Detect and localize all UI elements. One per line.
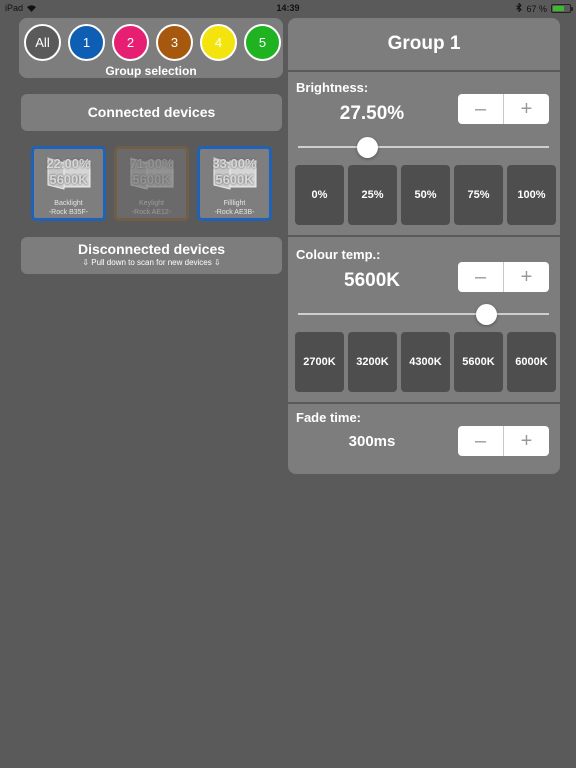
preset-0[interactable]: 0% [295, 165, 344, 225]
group-title: Group 1 [288, 18, 560, 70]
device-temp: 5600K [49, 172, 88, 187]
fade-plus-button[interactable]: + [504, 426, 549, 456]
brightness-section: Brightness: 27.50% – + 0% 25% 50% 75% 10… [288, 72, 560, 235]
preset-100[interactable]: 100% [507, 165, 556, 225]
device-label: Keylight [139, 200, 164, 207]
preset-3200k[interactable]: 3200K [348, 332, 397, 392]
brightness-value: 27.50% [339, 103, 405, 124]
device-brightness: 71.00% [129, 156, 174, 171]
connected-devices-header: Connected devices [21, 94, 282, 131]
device-tile-keylight[interactable]: 71.00% 5600K Keylight -Rock AE12- [114, 146, 189, 221]
status-bar: iPad 14:39 67 % [0, 0, 576, 16]
battery-icon [551, 4, 573, 13]
colour-temp-value: 5600K [344, 270, 400, 291]
group-selection-label: Group selection [105, 64, 197, 78]
group-button-2[interactable]: 2 [112, 24, 149, 61]
brightness-label: Brightness: [296, 80, 369, 95]
preset-75[interactable]: 75% [454, 165, 503, 225]
group-label-3: 3 [170, 35, 179, 50]
colour-temp-minus-button[interactable]: – [458, 262, 504, 292]
disconnected-title: Disconnected devices [77, 241, 226, 257]
device-values: 71.00% 5600K [117, 156, 186, 188]
group-label-4: 4 [214, 35, 223, 50]
scan-hint: ⇩ Pull down to scan for new devices ⇩ [82, 258, 221, 267]
device-values: 33.00% 5600K [200, 156, 269, 188]
group-label-5: 5 [258, 35, 267, 50]
device-name: Filllight -Rock AE3B- [200, 199, 269, 217]
battery-fill [553, 6, 564, 11]
group-button-3[interactable]: 3 [156, 24, 193, 61]
device-id: -Rock AE12- [131, 209, 172, 216]
group-label-all: All [35, 35, 50, 50]
fade-time-value: 300ms [348, 433, 396, 450]
colour-temp-stepper: – + [458, 262, 549, 292]
colour-temp-presets: 2700K 3200K 4300K 5600K 6000K [295, 332, 556, 392]
group-selection-panel: All 1 2 3 4 5 Group selection [19, 18, 283, 78]
device-name: Keylight -Rock AE12- [117, 199, 186, 217]
brightness-minus-button[interactable]: – [458, 94, 504, 124]
brightness-stepper: – + [458, 94, 549, 124]
brightness-slider[interactable] [298, 137, 549, 158]
brightness-plus-button[interactable]: + [504, 94, 549, 124]
device-name: Backlight -Rock B35F- [34, 199, 103, 217]
group-label-2: 2 [126, 35, 135, 50]
device-tile-filllight[interactable]: 33.00% 5600K Filllight -Rock AE3B- [197, 146, 272, 221]
preset-6000k[interactable]: 6000K [507, 332, 556, 392]
slider-thumb[interactable] [357, 137, 378, 158]
device-label: Filllight [223, 200, 246, 207]
group-button-5[interactable]: 5 [244, 24, 281, 61]
slider-track [298, 146, 549, 148]
device-values: 22.00% 5600K [34, 156, 103, 188]
group-label-1: 1 [82, 35, 91, 50]
slider-thumb[interactable] [476, 304, 497, 325]
fade-minus-button[interactable]: – [458, 426, 504, 456]
group-circles: All 1 2 3 4 5 [24, 24, 281, 61]
group-button-all[interactable]: All [24, 24, 61, 61]
device-id: -Rock B35F- [48, 209, 89, 216]
status-time: 14:39 [276, 3, 300, 13]
colour-temp-plus-button[interactable]: + [504, 262, 549, 292]
device-brightness: 22.00% [46, 156, 91, 171]
device-label: Backlight [54, 200, 83, 207]
fade-time-label: Fade time: [296, 410, 362, 425]
slider-track [298, 313, 549, 315]
device-brightness: 33.00% [212, 156, 257, 171]
device-temp: 5600K [132, 172, 171, 187]
preset-2700k[interactable]: 2700K [295, 332, 344, 392]
device-tile-backlight[interactable]: 22.00% 5600K Backlight -Rock B35F- [31, 146, 106, 221]
group-button-1[interactable]: 1 [68, 24, 105, 61]
fade-time-stepper: – + [458, 426, 549, 456]
preset-4300k[interactable]: 4300K [401, 332, 450, 392]
colour-temp-section: Colour temp.: 5600K – + 2700K 3200K 4300… [288, 237, 560, 402]
brightness-presets: 0% 25% 50% 75% 100% [295, 165, 556, 225]
battery-percent: 67 % [526, 3, 547, 14]
colour-temp-slider[interactable] [298, 304, 549, 325]
group-button-4[interactable]: 4 [200, 24, 237, 61]
disconnected-devices-panel[interactable]: Disconnected devices ⇩ Pull down to scan… [21, 237, 282, 274]
colour-temp-label: Colour temp.: [296, 247, 381, 262]
preset-25[interactable]: 25% [348, 165, 397, 225]
bluetooth-icon [516, 2, 523, 14]
preset-50[interactable]: 50% [401, 165, 450, 225]
device-temp: 5600K [215, 172, 254, 187]
preset-5600k[interactable]: 5600K [454, 332, 503, 392]
status-right: 67 % [516, 2, 573, 14]
fade-time-section: Fade time: 300ms – + [288, 404, 560, 474]
device-id: -Rock AE3B- [214, 209, 255, 216]
